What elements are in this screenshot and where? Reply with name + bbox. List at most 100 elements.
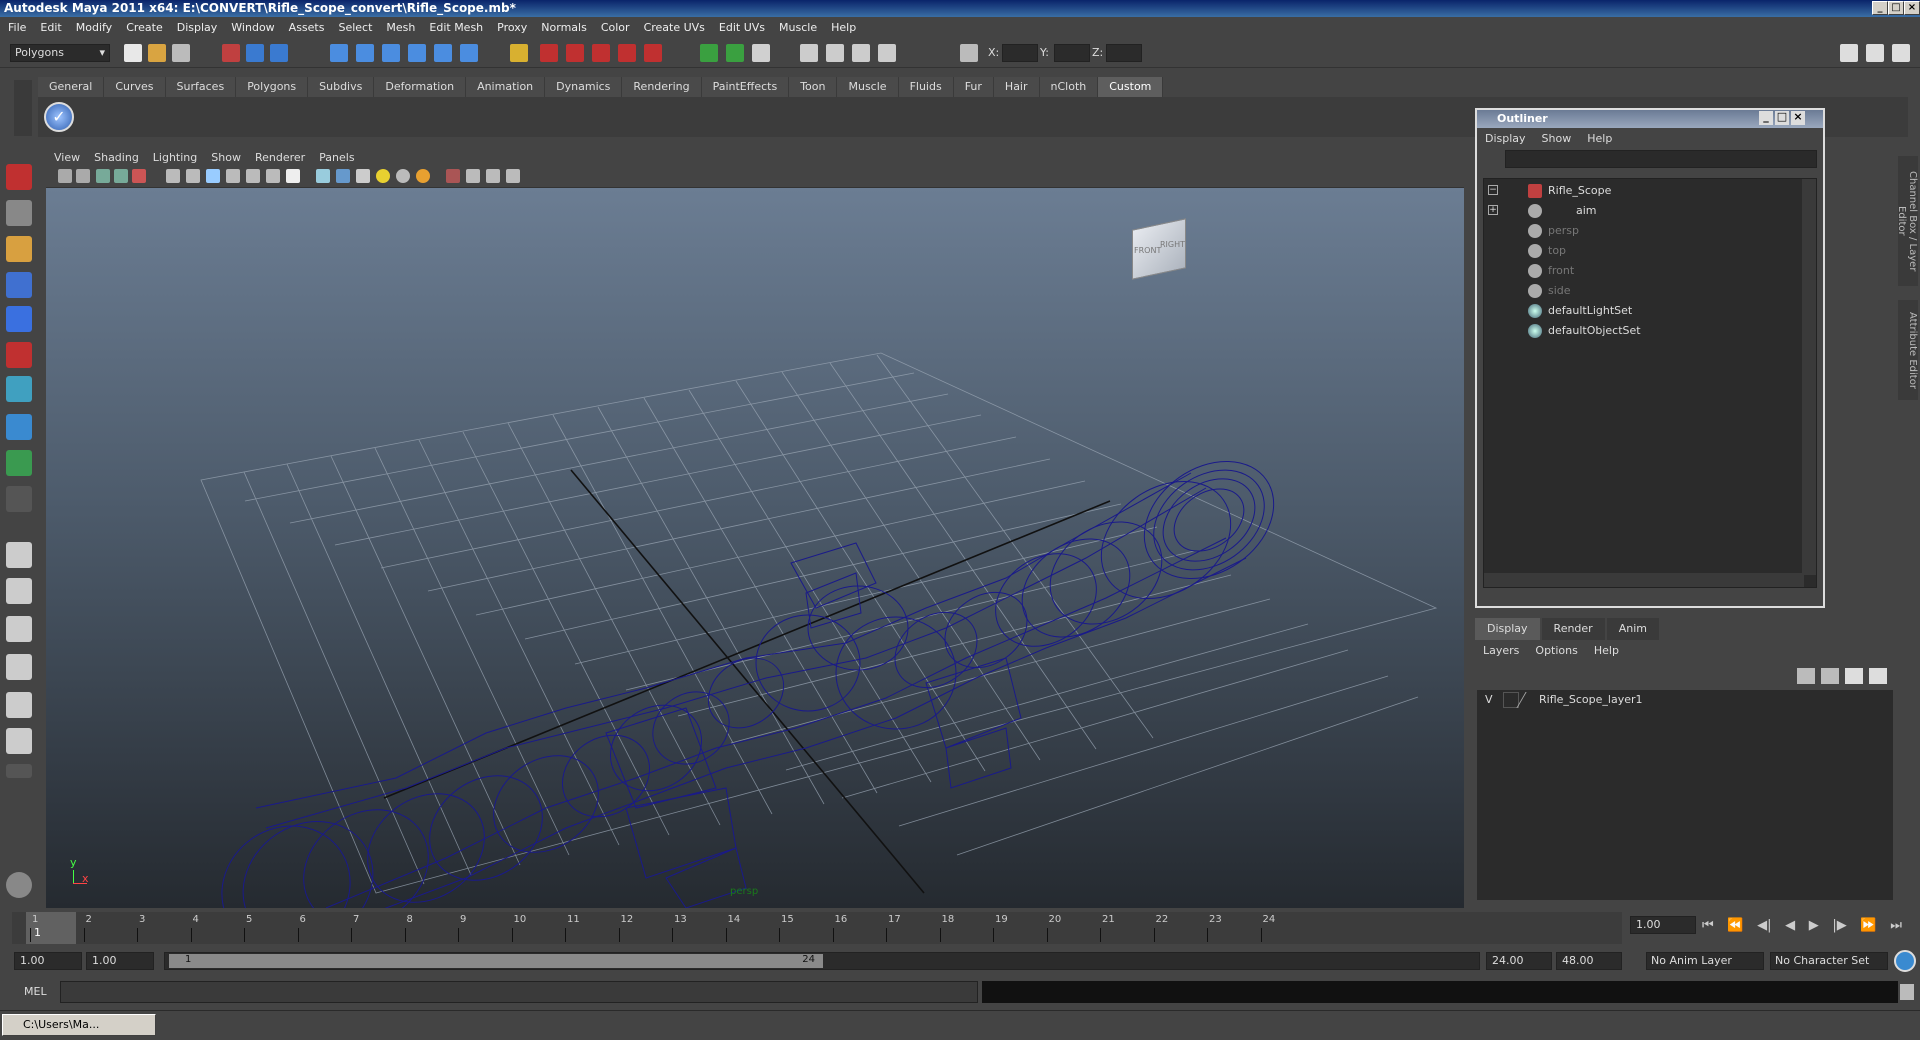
- default-light-icon[interactable]: [376, 169, 390, 183]
- viewport-menu-view[interactable]: View: [54, 151, 80, 164]
- shelf-tab-animation[interactable]: Animation: [466, 77, 546, 97]
- input-mode-icon[interactable]: [726, 44, 744, 62]
- menu-color[interactable]: Color: [601, 21, 630, 34]
- hypershade-persp-layout-icon[interactable]: [6, 692, 32, 718]
- menu-display[interactable]: Display: [177, 21, 218, 34]
- shelf-tab-ncloth[interactable]: nCloth: [1039, 77, 1099, 97]
- maximize-button[interactable]: □: [1888, 1, 1904, 15]
- menu-create[interactable]: Create: [126, 21, 163, 34]
- layout-icon[interactable]: [752, 44, 770, 62]
- shelf-tab-rendering[interactable]: Rendering: [622, 77, 702, 97]
- collapse-icon[interactable]: −: [1488, 185, 1498, 195]
- rotate-tool-icon[interactable]: [6, 306, 32, 332]
- expand-icon[interactable]: +: [1488, 205, 1498, 215]
- channel-box-side-tab[interactable]: Channel Box / Layer Editor: [1896, 156, 1918, 286]
- text-icon[interactable]: [286, 169, 300, 183]
- play-forward-icon[interactable]: ▶: [1809, 918, 1819, 936]
- single-perspective-layout-icon[interactable]: [6, 542, 32, 568]
- image-plane-icon[interactable]: [114, 169, 128, 183]
- panel-layout-icon[interactable]: [1840, 44, 1858, 62]
- step-back-key-icon[interactable]: ⏪: [1727, 918, 1743, 936]
- outliner-item-front[interactable]: front: [1484, 261, 1804, 281]
- menu-mesh[interactable]: Mesh: [386, 21, 415, 34]
- shadows-icon[interactable]: [336, 169, 350, 183]
- menu-create-uvs[interactable]: Create UVs: [644, 21, 705, 34]
- menu-edit-uvs[interactable]: Edit UVs: [719, 21, 765, 34]
- xray-joints-icon[interactable]: [446, 169, 460, 183]
- xray-icon[interactable]: [226, 169, 240, 183]
- camera-attributes-icon[interactable]: [76, 169, 90, 183]
- menu-edit-mesh[interactable]: Edit Mesh: [429, 21, 483, 34]
- render-frame-icon[interactable]: [540, 44, 558, 62]
- outliner-persp-layout-icon[interactable]: [6, 616, 32, 642]
- new-scene-icon[interactable]: [124, 44, 142, 62]
- go-to-start-icon[interactable]: ⏮: [1702, 918, 1714, 936]
- select-object-icon[interactable]: [246, 44, 264, 62]
- layout-expand-icon[interactable]: [6, 764, 32, 778]
- wireframe-icon[interactable]: [166, 169, 180, 183]
- outliner-filter-field[interactable]: [1505, 150, 1817, 168]
- absolute-transform-icon[interactable]: [826, 44, 844, 62]
- end-time-field[interactable]: 48.00: [1556, 952, 1622, 970]
- start-time-field[interactable]: 1.00: [14, 952, 82, 970]
- layer-move-down-icon[interactable]: [1821, 668, 1839, 684]
- anim-end-field[interactable]: 24.00: [1486, 952, 1552, 970]
- viewport-menu-panels[interactable]: Panels: [319, 151, 354, 164]
- shelf-tab-subdivs[interactable]: Subdivs: [308, 77, 375, 97]
- attribute-editor-side-tab[interactable]: Attribute Editor: [1898, 300, 1918, 400]
- shelf-tab-surfaces[interactable]: Surfaces: [165, 77, 237, 97]
- high-quality-icon[interactable]: [416, 169, 430, 183]
- outliner-minimize-button[interactable]: _: [1759, 111, 1773, 125]
- outliner-menu-help[interactable]: Help: [1587, 132, 1612, 145]
- current-time-field[interactable]: 1.00: [1630, 916, 1696, 934]
- last-tool-icon[interactable]: [6, 486, 32, 512]
- safe-action-icon[interactable]: [506, 169, 520, 183]
- anim-layer-dropdown[interactable]: No Anim Layer: [1646, 952, 1764, 970]
- snap-point-icon[interactable]: [382, 44, 400, 62]
- history-icon[interactable]: [460, 44, 478, 62]
- select-component-icon[interactable]: [270, 44, 288, 62]
- layer-menu-layers[interactable]: Layers: [1483, 644, 1519, 657]
- all-lights-icon[interactable]: [396, 169, 410, 183]
- shelf-tab-fur[interactable]: Fur: [953, 77, 994, 97]
- menu-edit[interactable]: Edit: [40, 21, 61, 34]
- outliner-item-rifle-scope[interactable]: − Rifle_Scope: [1484, 181, 1804, 201]
- ipr-render-icon[interactable]: [566, 44, 584, 62]
- view-cube[interactable]: FRONT RIGHT: [1126, 216, 1190, 280]
- outliner-graph-layout-icon[interactable]: [6, 728, 32, 754]
- play-backward-icon[interactable]: ◀: [1785, 918, 1795, 936]
- shelf-tab-dynamics[interactable]: Dynamics: [545, 77, 623, 97]
- menu-normals[interactable]: Normals: [541, 21, 587, 34]
- snap-grid-icon[interactable]: [330, 44, 348, 62]
- z-field[interactable]: [1106, 44, 1142, 62]
- layer-tab-anim[interactable]: Anim: [1606, 618, 1659, 640]
- bookmark-icon[interactable]: [96, 169, 110, 183]
- command-language-label[interactable]: MEL: [24, 985, 47, 998]
- new-layer-icon[interactable]: [1845, 668, 1863, 684]
- shelf-tab-curves[interactable]: Curves: [104, 77, 166, 97]
- step-back-frame-icon[interactable]: ◀|: [1757, 918, 1771, 936]
- time-slider[interactable]: 1 1 2 3 4 5 6 7 8 9 10 11 12 13 14 15 16 17 18 19 20 21 22 23 2…: [12, 912, 1622, 944]
- camera-select-icon[interactable]: [58, 169, 72, 183]
- auto-key-icon[interactable]: [1894, 950, 1916, 972]
- layer-list[interactable]: V Rifle_Scope_layer1: [1477, 690, 1893, 900]
- menu-muscle[interactable]: Muscle: [779, 21, 817, 34]
- outliner-item-aim[interactable]: + aim: [1484, 201, 1804, 221]
- viewport-menu-show[interactable]: Show: [211, 151, 241, 164]
- script-editor-icon[interactable]: [1900, 984, 1914, 1000]
- shelf-tab-general[interactable]: General: [38, 77, 105, 97]
- input-line-icon[interactable]: [700, 44, 718, 62]
- smooth-shade-icon[interactable]: [186, 169, 200, 183]
- minimized-window-button[interactable]: C:\Users\Ma...: [2, 1014, 156, 1036]
- select-hierarchy-icon[interactable]: [222, 44, 240, 62]
- hypershade-icon[interactable]: [618, 44, 636, 62]
- transform-tool-icon[interactable]: [800, 44, 818, 62]
- texture-icon[interactable]: [246, 169, 260, 183]
- four-view-layout-icon[interactable]: [6, 578, 32, 604]
- outliner-item-persp[interactable]: persp: [1484, 221, 1804, 241]
- resolution-gate-icon[interactable]: [466, 169, 480, 183]
- construction-history-icon[interactable]: [510, 44, 528, 62]
- range-slider-track[interactable]: 1 24: [164, 952, 1480, 970]
- layer-tab-display[interactable]: Display: [1475, 618, 1540, 640]
- outliner-item-top[interactable]: top: [1484, 241, 1804, 261]
